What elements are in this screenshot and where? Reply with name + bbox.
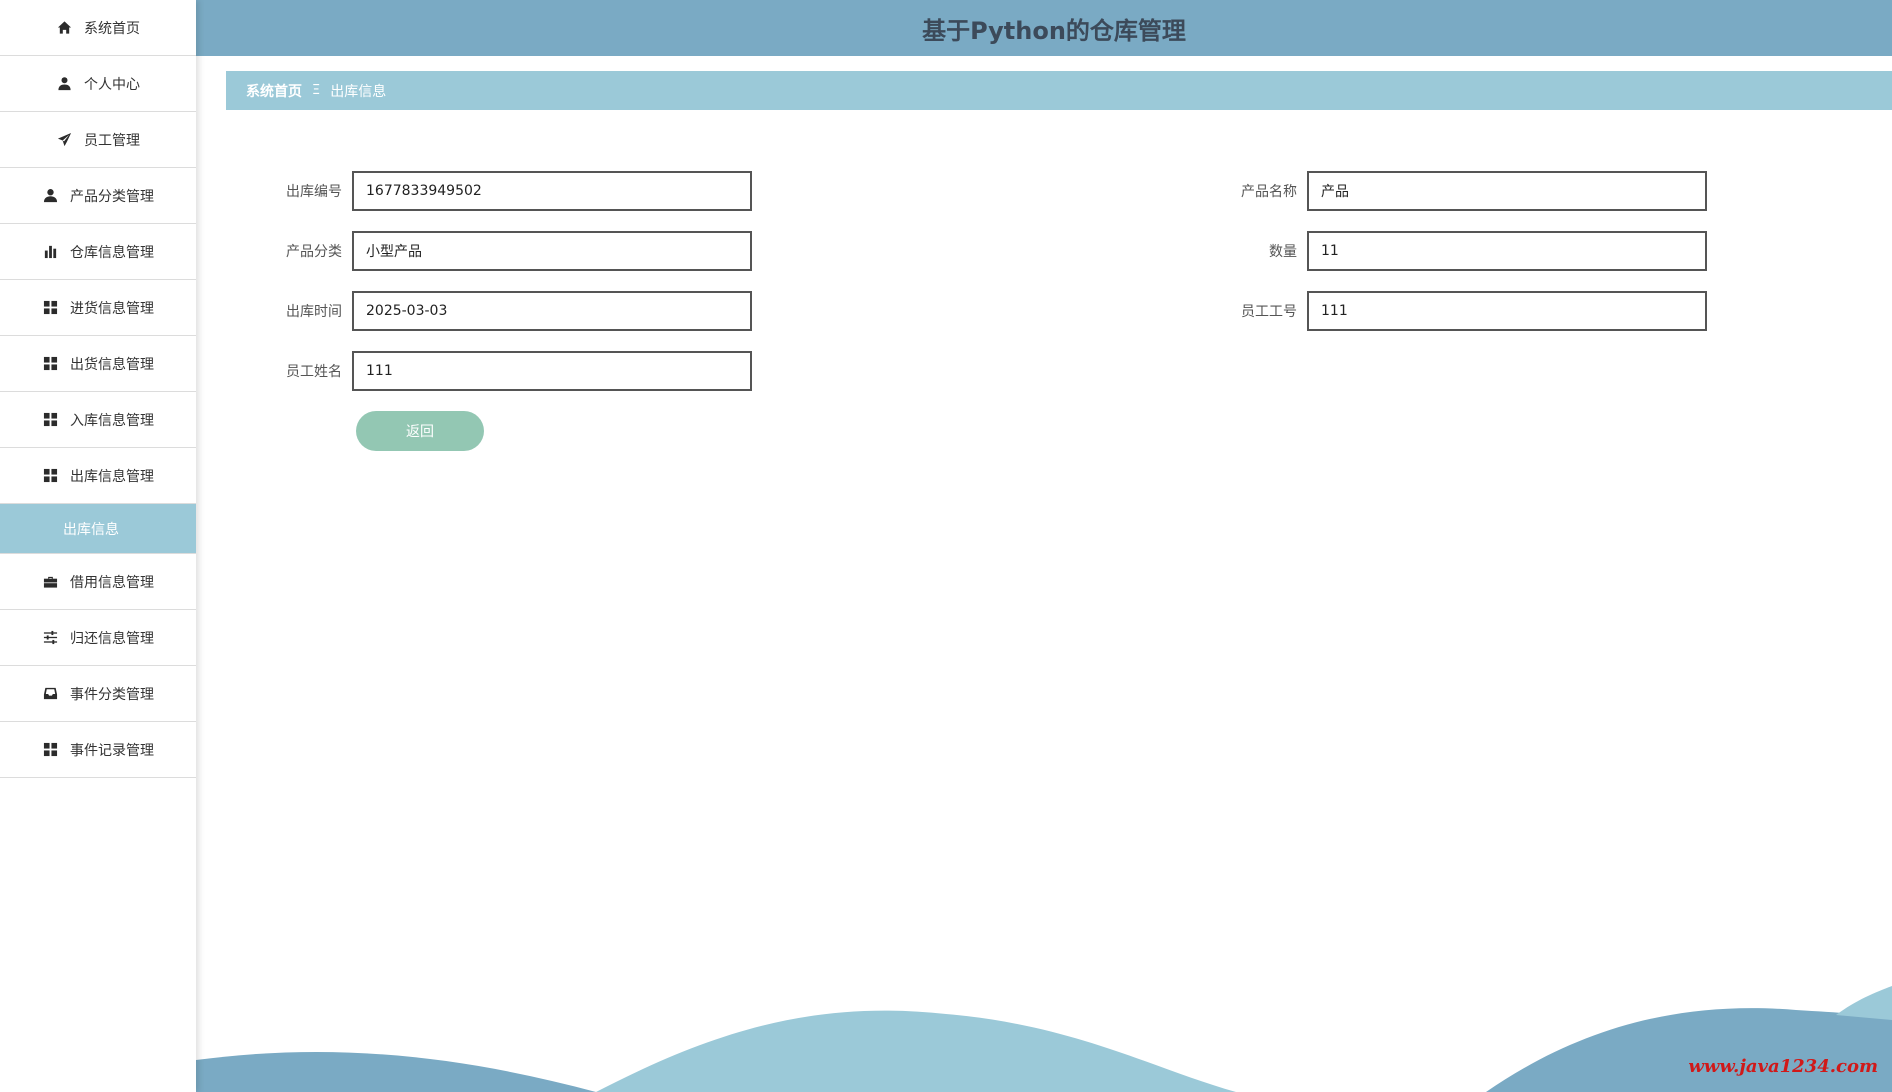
sidebar-item-label: 事件分类管理 — [70, 686, 154, 703]
sidebar: 系统首页 个人中心 员工管理 产品分类管理 仓库信息管理 进货信息管理 出货信息… — [0, 0, 196, 1092]
form-row-employee-name: 员工姓名 — [286, 351, 752, 391]
sidebar-subitem-label: 出库信息 — [63, 521, 119, 538]
breadcrumb-current: 出库信息 — [330, 83, 387, 100]
sidebar-item-warehouse[interactable]: 仓库信息管理 — [0, 224, 196, 280]
form-row-outbound-time: 出库时间 — [286, 291, 752, 331]
employee-name-label: 员工姓名 — [286, 364, 342, 380]
page-title: 基于Python的仓库管理 — [922, 16, 1186, 45]
sidebar-item-employees[interactable]: 员工管理 — [0, 112, 196, 168]
sidebar-item-shipment[interactable]: 出货信息管理 — [0, 336, 196, 392]
quantity-field[interactable] — [1307, 231, 1707, 271]
form-row-employee-id: 员工工号 — [1241, 291, 1707, 331]
outbound-time-label: 出库时间 — [286, 304, 342, 320]
breadcrumb-separator: Ξ — [312, 83, 321, 98]
employee-id-field[interactable] — [1307, 291, 1707, 331]
bar-chart-icon — [42, 244, 58, 260]
sidebar-item-label: 借用信息管理 — [70, 574, 154, 591]
grid-icon — [42, 412, 58, 428]
grid-icon — [42, 742, 58, 758]
grid-icon — [42, 356, 58, 372]
product-category-label: 产品分类 — [286, 244, 342, 260]
sidebar-item-label: 进货信息管理 — [70, 300, 154, 317]
sidebar-item-label: 事件记录管理 — [70, 742, 154, 759]
form-row-product-name: 产品名称 — [1241, 171, 1707, 211]
employee-id-label: 员工工号 — [1241, 304, 1297, 320]
sidebar-item-inbound[interactable]: 入库信息管理 — [0, 392, 196, 448]
home-icon — [56, 20, 72, 36]
breadcrumb: 系统首页 Ξ 出库信息 — [226, 71, 1892, 110]
decorative-waves — [196, 986, 1892, 1092]
sidebar-item-return[interactable]: 归还信息管理 — [0, 610, 196, 666]
sidebar-item-outbound[interactable]: 出库信息管理 — [0, 448, 196, 504]
sidebar-item-label: 系统首页 — [84, 20, 140, 37]
sidebar-item-purchase[interactable]: 进货信息管理 — [0, 280, 196, 336]
back-button[interactable]: 返回 — [356, 411, 484, 451]
sliders-icon — [42, 630, 58, 646]
sidebar-item-event-record[interactable]: 事件记录管理 — [0, 722, 196, 778]
quantity-label: 数量 — [1269, 244, 1297, 260]
sidebar-item-label: 员工管理 — [84, 132, 140, 149]
sidebar-item-home[interactable]: 系统首页 — [0, 0, 196, 56]
sidebar-item-profile[interactable]: 个人中心 — [0, 56, 196, 112]
outbound-no-field[interactable] — [352, 171, 752, 211]
sidebar-item-label: 出库信息管理 — [70, 468, 154, 485]
sidebar-item-label: 产品分类管理 — [70, 188, 154, 205]
user-icon — [42, 188, 58, 204]
top-header: 基于Python的仓库管理 — [196, 0, 1892, 56]
sidebar-item-product-category[interactable]: 产品分类管理 — [0, 168, 196, 224]
user-icon — [56, 76, 72, 92]
product-category-field[interactable] — [352, 231, 752, 271]
sidebar-item-label: 个人中心 — [84, 76, 140, 93]
grid-icon — [42, 300, 58, 316]
sidebar-item-borrow[interactable]: 借用信息管理 — [0, 554, 196, 610]
product-name-field[interactable] — [1307, 171, 1707, 211]
outbound-time-field[interactable] — [352, 291, 752, 331]
sidebar-item-label: 归还信息管理 — [70, 630, 154, 647]
breadcrumb-home-link[interactable]: 系统首页 — [246, 81, 302, 101]
grid-icon — [42, 468, 58, 484]
watermark-text: www.java1234.com — [1688, 1056, 1878, 1077]
sidebar-item-label: 仓库信息管理 — [70, 244, 154, 261]
sidebar-subitem-outbound-info[interactable]: 出库信息 — [0, 504, 196, 554]
sidebar-item-label: 出货信息管理 — [70, 356, 154, 373]
employee-name-field[interactable] — [352, 351, 752, 391]
inbox-icon — [42, 686, 58, 702]
sidebar-item-label: 入库信息管理 — [70, 412, 154, 429]
sidebar-item-event-category[interactable]: 事件分类管理 — [0, 666, 196, 722]
form-row-product-category: 产品分类 — [286, 231, 752, 271]
form-row-quantity: 数量 — [1269, 231, 1707, 271]
form-row-outbound-no: 出库编号 — [286, 171, 752, 211]
product-name-label: 产品名称 — [1241, 184, 1297, 200]
outbound-no-label: 出库编号 — [286, 184, 342, 200]
briefcase-icon — [42, 574, 58, 590]
paper-plane-icon — [56, 132, 72, 148]
